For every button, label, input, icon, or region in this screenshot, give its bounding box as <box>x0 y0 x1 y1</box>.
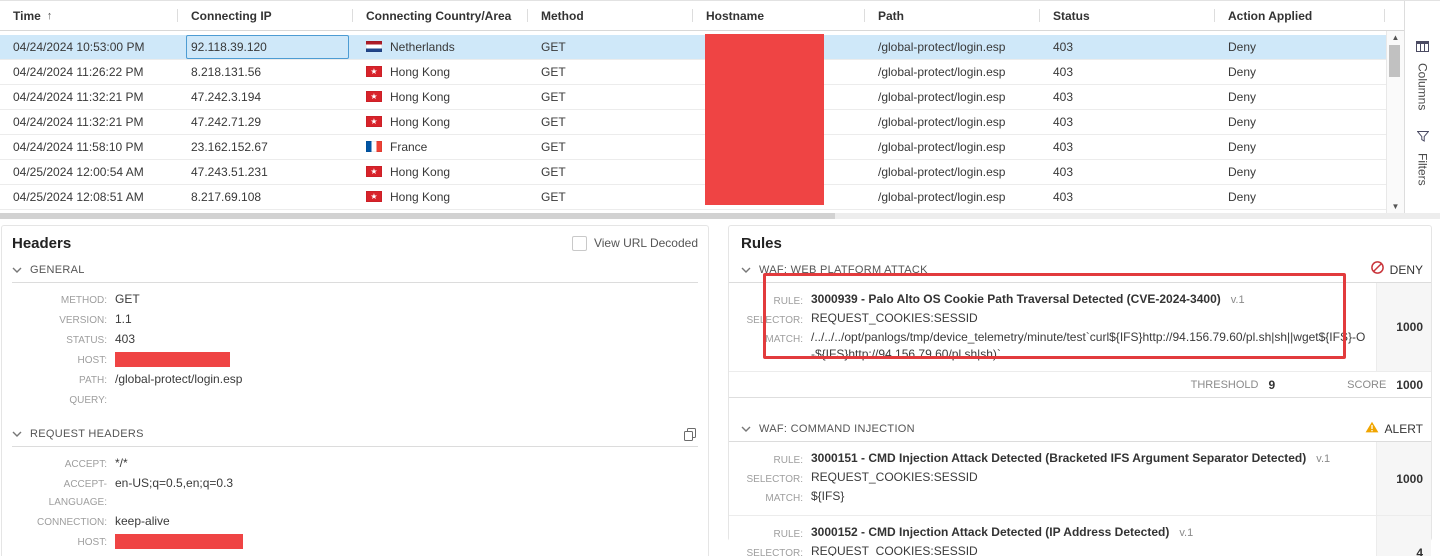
rule-row: RULE:3000151 - CMD Injection Attack Dete… <box>729 442 1431 516</box>
rule-version: v.1 <box>1179 527 1193 539</box>
alert-warning-icon <box>1365 420 1379 438</box>
chevron-down-icon <box>741 426 751 432</box>
waf-web-platform-attack-section-header[interactable]: WAF: WEB PLATFORM ATTACK DENY <box>729 258 1431 283</box>
waf-command-injection-section-header[interactable]: WAF: COMMAND INJECTION ALERT <box>729 417 1431 442</box>
hong-kong-flag-icon <box>366 66 382 77</box>
column-header-connecting-ip[interactable]: Connecting IP <box>178 1 353 30</box>
rule-score: 4 <box>1376 516 1431 556</box>
chevron-down-icon <box>741 267 751 273</box>
table-header-row: Time↑ Connecting IP Connecting Country/A… <box>0 1 1440 31</box>
threshold-score-row: THRESHOLD 9 SCORE 1000 <box>729 372 1431 398</box>
view-url-decoded-checkbox[interactable] <box>572 236 587 251</box>
rule-match: /../../../opt/panlogs/tmp/device_telemet… <box>811 329 1371 363</box>
scrollbar-thumb[interactable] <box>0 213 835 219</box>
rule-id-name: 3000151 - CMD Injection Attack Detected … <box>811 451 1306 465</box>
view-url-decoded-toggle[interactable]: View URL Decoded <box>572 236 698 251</box>
copy-icon[interactable] <box>684 428 698 441</box>
deny-icon <box>1371 261 1384 279</box>
columns-table-icon <box>1416 39 1429 57</box>
rule-selector: REQUEST_COOKIES:SESSID <box>811 543 978 556</box>
netherlands-flag-icon <box>366 41 382 52</box>
headers-panel: Headers View URL Decoded GENERAL METHOD:… <box>1 225 709 556</box>
firewall-events-screen: Time↑ Connecting IP Connecting Country/A… <box>0 0 1440 556</box>
column-header-time[interactable]: Time↑ <box>0 1 178 30</box>
rule-row: RULE:3000939 - Palo Alto OS Cookie Path … <box>729 283 1431 372</box>
rule-selector: REQUEST_COOKIES:SESSID <box>811 310 978 329</box>
path-value: /global-protect/login.esp <box>115 370 242 390</box>
column-header-status[interactable]: Status <box>1040 1 1215 30</box>
rule-selector: REQUEST_COOKIES:SESSID <box>811 469 978 488</box>
hong-kong-flag-icon <box>366 91 382 102</box>
request-headers-section-header[interactable]: REQUEST HEADERS <box>12 422 698 447</box>
rule-score: 1000 <box>1376 283 1431 371</box>
threshold-value: 9 <box>1268 378 1275 392</box>
hong-kong-flag-icon <box>366 166 382 177</box>
table-vertical-scrollbar[interactable]: ▲ ▼ <box>1386 31 1405 213</box>
france-flag-icon <box>366 141 382 152</box>
user-agent-value: Mozilla/5.0 (Linux; Linux x86_64; en-US)… <box>115 552 499 556</box>
rules-panel-title: Rules <box>741 235 782 252</box>
scrollbar-thumb[interactable] <box>1389 45 1400 77</box>
sort-asc-icon: ↑ <box>47 10 53 22</box>
connection-value: keep-alive <box>115 512 170 532</box>
table-side-toolbar: Columns Filters <box>1404 1 1440 213</box>
rule-match: ${IFS} <box>811 488 844 507</box>
column-header-hostname[interactable]: Hostname <box>693 1 865 30</box>
chevron-down-icon <box>12 267 22 273</box>
method-value: GET <box>115 290 140 310</box>
alert-badge: ALERT <box>1365 420 1423 438</box>
headers-panel-title: Headers <box>12 235 71 252</box>
status-value: 403 <box>115 330 135 350</box>
rule-id-name: 3000152 - CMD Injection Attack Detected … <box>811 525 1169 539</box>
hostname-redaction-overlay <box>705 34 824 205</box>
request-headers-fields: ACCEPT:*/* ACCEPT-LANGUAGE:en-US;q=0.5,e… <box>12 454 698 556</box>
rule-version: v.1 <box>1316 453 1330 465</box>
filters-button[interactable]: Filters <box>1405 129 1440 186</box>
table-horizontal-scrollbar[interactable] <box>0 213 1440 219</box>
columns-button[interactable]: Columns <box>1405 39 1440 110</box>
column-header-method[interactable]: Method <box>528 1 693 30</box>
column-header-path[interactable]: Path <box>865 1 1040 30</box>
column-header-action-applied[interactable]: Action Applied <box>1215 1 1385 30</box>
filter-funnel-icon <box>1417 129 1429 147</box>
version-value: 1.1 <box>115 310 132 330</box>
scroll-down-icon[interactable]: ▼ <box>1387 202 1404 211</box>
rule-score: 1000 <box>1376 442 1431 515</box>
scroll-up-icon[interactable]: ▲ <box>1387 33 1404 42</box>
deny-badge: DENY <box>1371 261 1423 279</box>
chevron-down-icon <box>12 431 22 437</box>
general-fields: METHOD:GET VERSION:1.1 STATUS:403 HOST: … <box>12 290 698 410</box>
rule-id-name: 3000939 - Palo Alto OS Cookie Path Trave… <box>811 292 1221 306</box>
score-value: 1000 <box>1396 378 1423 392</box>
accept-value: */* <box>115 454 128 474</box>
hong-kong-flag-icon <box>366 191 382 202</box>
hong-kong-flag-icon <box>366 116 382 127</box>
column-header-country[interactable]: Connecting Country/Area <box>353 1 528 30</box>
accept-language-value: en-US;q=0.5,en;q=0.3 <box>115 474 233 512</box>
rule-version: v.1 <box>1231 294 1245 306</box>
events-log-table: Time↑ Connecting IP Connecting Country/A… <box>0 0 1440 213</box>
rule-row: RULE:3000152 - CMD Injection Attack Dete… <box>729 516 1431 556</box>
host-redaction-overlay <box>115 534 243 549</box>
host-redaction-overlay <box>115 352 230 367</box>
rules-panel: Rules WAF: WEB PLATFORM ATTACK DENY RULE… <box>728 225 1432 541</box>
general-section-header[interactable]: GENERAL <box>12 258 698 283</box>
